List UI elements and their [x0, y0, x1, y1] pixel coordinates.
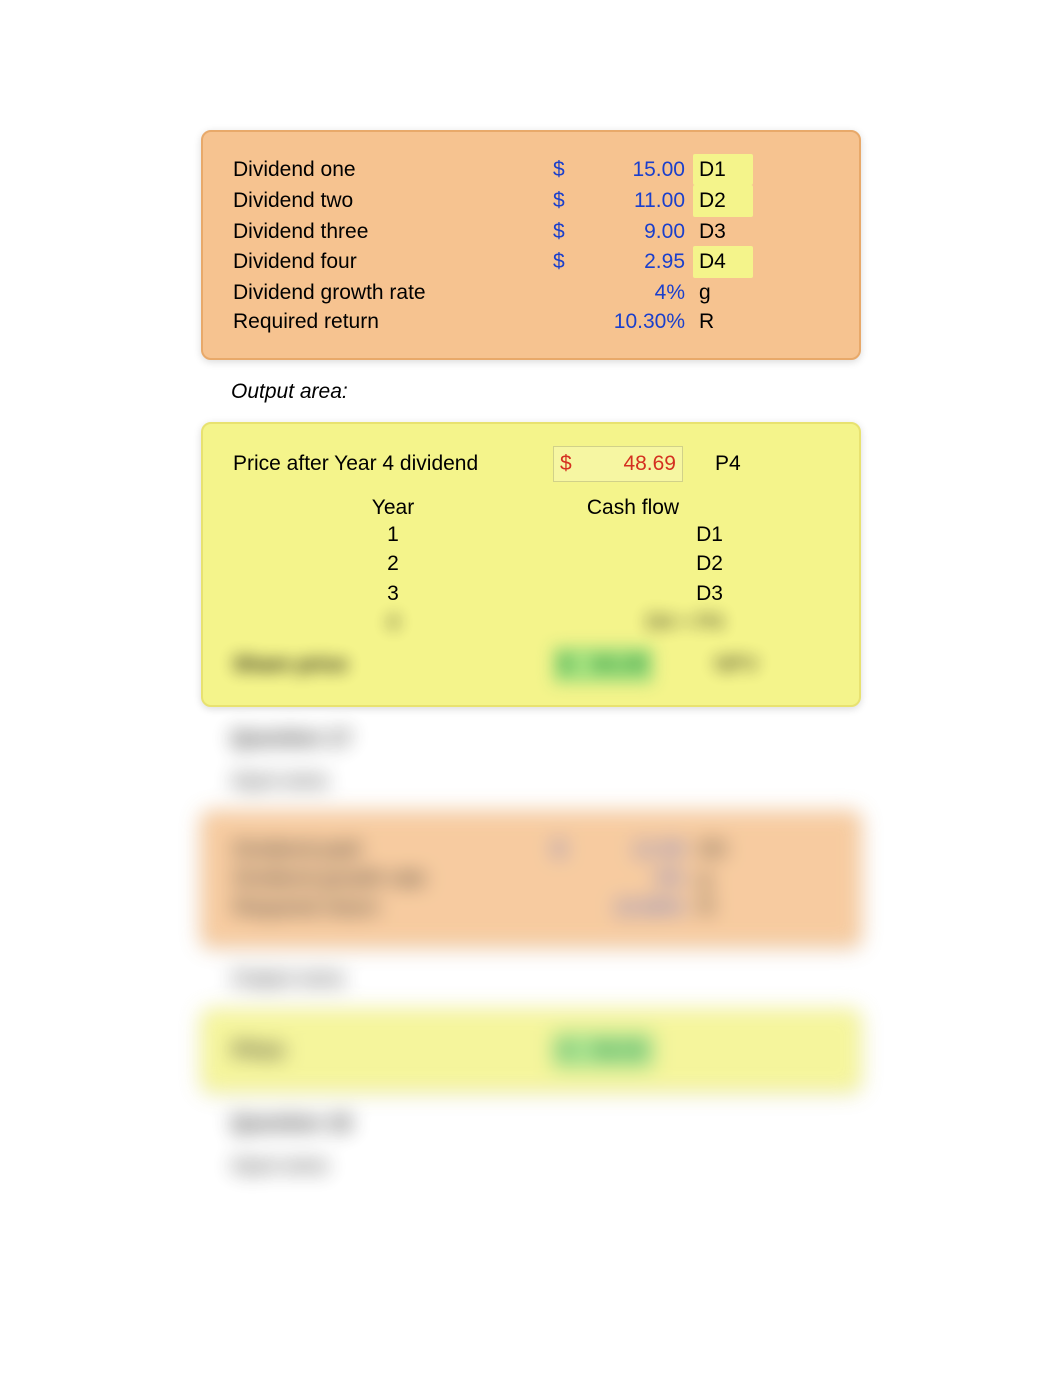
- value-d3: 9.00: [573, 217, 693, 246]
- currency-d2: $: [553, 186, 573, 215]
- value-d2: 11.00: [573, 186, 693, 215]
- code-p4: P4: [703, 449, 763, 478]
- p4-label: Price: [233, 1036, 553, 1065]
- cf-val-2: D2: [553, 549, 753, 578]
- boxed-p4: $ 48.69: [553, 446, 683, 481]
- code-r: R: [693, 307, 753, 336]
- label-d3: Dividend three: [233, 217, 553, 246]
- blurred-region: Question 17 Input area: Dividend paid $ …: [0, 727, 1062, 1179]
- row-g: Dividend growth rate 4% g: [233, 278, 829, 307]
- question-17-label: Question 17: [201, 727, 861, 751]
- output-panel-2: Price $ 96.00: [201, 1009, 861, 1092]
- code-d4: D4: [693, 246, 753, 277]
- value-share-price: 63.29: [593, 653, 646, 676]
- p3-val-2: 4%: [573, 864, 693, 893]
- currency-d3: $: [553, 217, 573, 246]
- cf-val-4: D4 + P4: [553, 608, 753, 637]
- cf-row-4: 4 D4 + P4: [233, 608, 829, 637]
- p3-label-3: Required return: [233, 893, 553, 922]
- input-panel-2: Dividend paid $ 12.00 D0 Dividend growth…: [201, 811, 861, 947]
- p4-boxed: $ 96.00: [553, 1033, 653, 1068]
- cf-row-1: 1 D1: [233, 520, 829, 549]
- currency-share-price: $: [560, 650, 572, 679]
- cf-val-3: D3: [553, 579, 753, 608]
- value-g: 4%: [573, 278, 693, 307]
- cashflow-header: Year Cash flow: [233, 496, 829, 520]
- label-d2: Dividend two: [233, 186, 553, 215]
- cf-year-4: 4: [233, 608, 553, 637]
- p3-row-3: Required return 10.80% R: [233, 893, 829, 922]
- p3-val-1: 12.00: [573, 835, 693, 864]
- row-d1: Dividend one $ 15.00 D1: [233, 154, 829, 185]
- currency-d1: $: [553, 155, 573, 184]
- cashflow-header-label: Cash flow: [553, 496, 713, 520]
- code-share-price: NPV: [703, 650, 763, 679]
- cf-year-2: 2: [233, 549, 553, 578]
- code-d1: D1: [693, 154, 753, 185]
- code-g: g: [693, 278, 753, 307]
- code-d3: D3: [693, 217, 753, 246]
- output-area-label: Output area:: [201, 380, 861, 404]
- label-share-price: Share price: [233, 650, 553, 679]
- row-p4: Price after Year 4 dividend $ 48.69 P4: [233, 446, 829, 481]
- p4-curr: $: [560, 1036, 572, 1065]
- cf-row-2: 2 D2: [233, 549, 829, 578]
- row-share-price: Share price $ 63.29 NPV: [233, 647, 829, 682]
- p3-curr-1: $: [553, 835, 573, 864]
- input-area-label-3: Input area:: [201, 1154, 861, 1178]
- value-d4: 2.95: [573, 247, 693, 276]
- label-d4: Dividend four: [233, 247, 553, 276]
- cf-row-3: 3 D3: [233, 579, 829, 608]
- value-r: 10.30%: [573, 307, 693, 336]
- currency-p4: $: [560, 449, 572, 478]
- label-g: Dividend growth rate: [233, 278, 553, 307]
- input-area-label-2: Input area:: [201, 769, 861, 793]
- p3-code-1: D0: [693, 835, 753, 864]
- p3-label-2: Dividend growth rate: [233, 864, 553, 893]
- label-r: Required return: [233, 307, 553, 336]
- code-d2: D2: [693, 185, 753, 216]
- p4-row: Price $ 96.00: [233, 1033, 829, 1068]
- p3-code-3: R: [693, 893, 753, 922]
- p3-row-2: Dividend growth rate 4% g: [233, 864, 829, 893]
- row-d2: Dividend two $ 11.00 D2: [233, 185, 829, 216]
- year-header: Year: [233, 496, 553, 520]
- p3-val-3: 10.80%: [573, 893, 693, 922]
- output-area-label-2: Output area:: [201, 967, 861, 991]
- row-r: Required return 10.30% R: [233, 307, 829, 336]
- output-panel-1: Price after Year 4 dividend $ 48.69 P4 Y…: [201, 422, 861, 706]
- cf-year-3: 3: [233, 579, 553, 608]
- cf-val-1: D1: [553, 520, 753, 549]
- p3-row-1: Dividend paid $ 12.00 D0: [233, 835, 829, 864]
- label-p4: Price after Year 4 dividend: [233, 449, 553, 478]
- question-18-label: Question 18: [201, 1112, 861, 1136]
- value-d1: 15.00: [573, 155, 693, 184]
- boxed-share-price: $ 63.29: [553, 647, 653, 682]
- row-d3: Dividend three $ 9.00 D3: [233, 217, 829, 246]
- input-panel-1: Dividend one $ 15.00 D1 Dividend two $ 1…: [201, 130, 861, 360]
- label-d1: Dividend one: [233, 155, 553, 184]
- p3-code-2: g: [693, 864, 753, 893]
- p4-val: 96.00: [593, 1039, 646, 1062]
- cf-year-1: 1: [233, 520, 553, 549]
- p3-label-1: Dividend paid: [233, 835, 553, 864]
- value-p4: 48.69: [623, 452, 676, 475]
- currency-d4: $: [553, 247, 573, 276]
- row-d4: Dividend four $ 2.95 D4: [233, 246, 829, 277]
